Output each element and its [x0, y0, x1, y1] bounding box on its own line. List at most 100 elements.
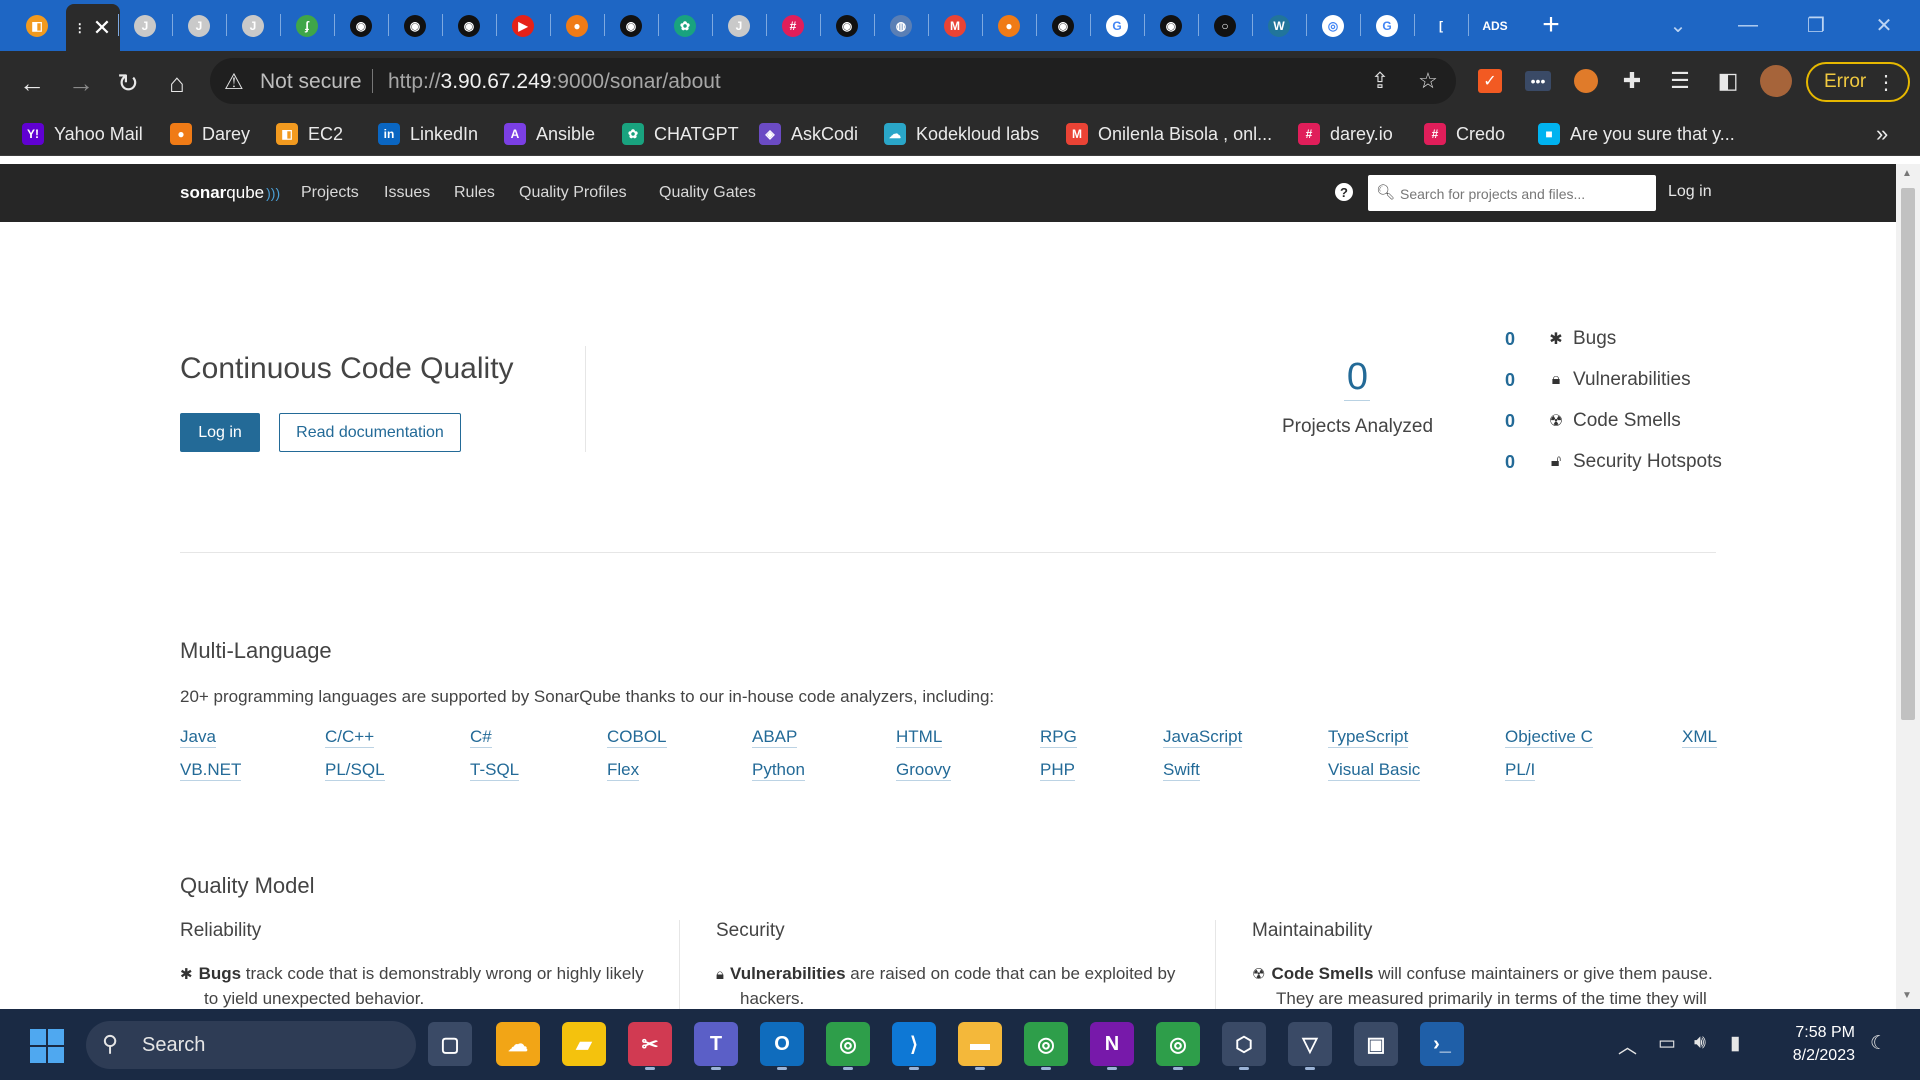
language-link[interactable]: PL/SQL [325, 760, 385, 781]
metric-value[interactable]: 0 [1505, 370, 1529, 391]
vscode-icon[interactable]: ⟩ [892, 1022, 936, 1066]
browser-tab[interactable]: ◉ [606, 4, 656, 47]
browser-tab[interactable]: J [174, 4, 224, 47]
browser-tab[interactable]: ● [984, 4, 1034, 47]
url-text[interactable]: http://3.90.67.249:9000/sonar/about [388, 70, 721, 94]
bookmark-item[interactable]: # darey.io [1298, 121, 1393, 147]
battery-icon[interactable]: ▮ [1730, 1032, 1740, 1055]
browser-tab[interactable]: ◉ [444, 4, 494, 47]
browser-tab[interactable]: ● [552, 4, 602, 47]
browser-tab[interactable]: ADS [1470, 4, 1520, 47]
nav-quality-gates[interactable]: Quality Gates [659, 184, 756, 202]
photos-icon[interactable]: ▣ [1354, 1022, 1398, 1066]
browser-tab[interactable]: ✿ [660, 4, 710, 47]
virtualbox-icon[interactable]: ⬡ [1222, 1022, 1266, 1066]
nav-projects[interactable]: Projects [301, 184, 359, 202]
language-link[interactable]: C# [470, 727, 492, 748]
windows-start-icon[interactable] [30, 1029, 64, 1063]
language-link[interactable]: Swift [1163, 760, 1200, 781]
avatar[interactable] [1758, 63, 1794, 99]
browser-tab[interactable]: ◍ [876, 4, 926, 47]
browser-tab[interactable]: J [228, 4, 278, 47]
weather-icon[interactable]: ☁ [496, 1022, 540, 1066]
metric-value[interactable]: 0 [1505, 329, 1529, 350]
language-link[interactable]: Java [180, 727, 216, 748]
forward-arrow-icon[interactable]: → [61, 63, 101, 103]
scroll-thumb[interactable] [1901, 188, 1915, 720]
extension-dots-icon[interactable]: ••• [1520, 63, 1556, 99]
bookmark-item[interactable]: M Onilenla Bisola , onl... [1066, 121, 1272, 147]
extension-orb-icon[interactable] [1568, 63, 1604, 99]
metric-value[interactable]: 0 [1505, 411, 1529, 432]
task-view-icon[interactable]: ▢ [428, 1022, 472, 1066]
language-link[interactable]: PHP [1040, 760, 1075, 781]
language-link[interactable]: Groovy [896, 760, 951, 781]
language-link[interactable]: Objective C [1505, 727, 1593, 748]
language-link[interactable]: Visual Basic [1328, 760, 1421, 781]
file-explorer-icon[interactable]: ▬ [958, 1022, 1002, 1066]
onenote-icon[interactable]: N [1090, 1022, 1134, 1066]
scroll-down-icon[interactable]: ▼ [1902, 990, 1912, 1001]
bookmark-item[interactable]: # Credo [1424, 121, 1505, 147]
sonarqube-logo[interactable]: sonarqube))) [180, 183, 280, 203]
browser-tab[interactable]: ◉ [1146, 4, 1196, 47]
share-icon[interactable]: ⇪ [1366, 67, 1394, 95]
browser-tab[interactable]: ◉ [390, 4, 440, 47]
chrome-icon[interactable]: ◎ [1024, 1022, 1068, 1066]
project-search-box[interactable]: 🔍︎ [1368, 175, 1656, 211]
security-label[interactable]: Not secure [260, 70, 362, 94]
profile-error-button[interactable]: Error ⋮ [1806, 62, 1910, 102]
taskbar-search[interactable]: ⚲ Search [86, 1021, 416, 1069]
chrome-icon[interactable]: ◎ [826, 1022, 870, 1066]
notification-moon-icon[interactable]: ☾ [1870, 1032, 1887, 1055]
bookmark-item[interactable]: ● Darey [170, 121, 250, 147]
language-link[interactable]: JavaScript [1163, 727, 1243, 748]
more-bookmarks-icon[interactable]: » [1876, 121, 1888, 147]
side-panel-icon[interactable]: ◧ [1710, 63, 1746, 99]
minimize-icon[interactable]: — [1728, 8, 1768, 42]
nav-login-link[interactable]: Log in [1668, 183, 1712, 201]
back-arrow-icon[interactable]: ← [12, 63, 52, 103]
language-link[interactable]: ABAP [752, 727, 798, 748]
browser-tab[interactable]: J [120, 4, 170, 47]
nav-rules[interactable]: Rules [454, 184, 495, 202]
browser-tab[interactable]: ⋮ ✕ [66, 4, 120, 51]
browser-tab[interactable]: ʄ [282, 4, 332, 47]
close-tab-icon[interactable]: ✕ [93, 15, 111, 41]
address-bar[interactable]: ⚠ Not secure http://3.90.67.249:9000/son… [210, 58, 1456, 104]
language-link[interactable]: Python [752, 760, 805, 781]
browser-tab[interactable]: ◉ [1038, 4, 1088, 47]
browser-tab[interactable]: ○ [1200, 4, 1250, 47]
bookmark-item[interactable]: ◧ EC2 [276, 121, 343, 147]
browser-tab[interactable]: G [1092, 4, 1142, 47]
bookmark-item[interactable]: ◈ AskCodi [759, 121, 858, 147]
nav-issues[interactable]: Issues [384, 184, 430, 202]
browser-tab[interactable]: G [1362, 4, 1412, 47]
todoist-extension-icon[interactable]: ✓ [1472, 63, 1508, 99]
browser-tab[interactable]: J [714, 4, 764, 47]
extensions-puzzle-icon[interactable]: ✚ [1614, 63, 1650, 99]
tab-search-chevron-icon[interactable]: ⌄ [1658, 8, 1698, 42]
browser-tab[interactable]: ◧ [12, 4, 62, 47]
language-link[interactable]: XML [1682, 727, 1717, 748]
warning-icon[interactable]: ⚠ [224, 69, 244, 95]
tray-chevron-icon[interactable]: ︿ [1618, 1032, 1637, 1059]
teams-icon[interactable]: T [694, 1022, 738, 1066]
browser-tab[interactable]: # [768, 4, 818, 47]
language-link[interactable]: Flex [607, 760, 640, 781]
home-icon[interactable]: ⌂ [157, 63, 197, 103]
new-tab-button[interactable]: + [1534, 8, 1568, 42]
browser-tab[interactable]: ▶ [498, 4, 548, 47]
restore-icon[interactable]: ❐ [1796, 8, 1836, 42]
search-input[interactable] [1398, 181, 1652, 207]
browser-tab[interactable]: ◎ [1308, 4, 1358, 47]
browser-tab[interactable]: ◉ [822, 4, 872, 47]
page-scrollbar[interactable]: ▲ ▼ [1896, 164, 1920, 1009]
vpn-icon[interactable]: ▽ [1288, 1022, 1332, 1066]
network-icon[interactable]: ▭ [1658, 1032, 1676, 1055]
login-button[interactable]: Log in [180, 413, 260, 452]
read-documentation-button[interactable]: Read documentation [279, 413, 461, 452]
reading-list-icon[interactable]: ☰ [1662, 63, 1698, 99]
language-link[interactable]: VB.NET [180, 760, 242, 781]
powershell-icon[interactable]: ›_ [1420, 1022, 1464, 1066]
